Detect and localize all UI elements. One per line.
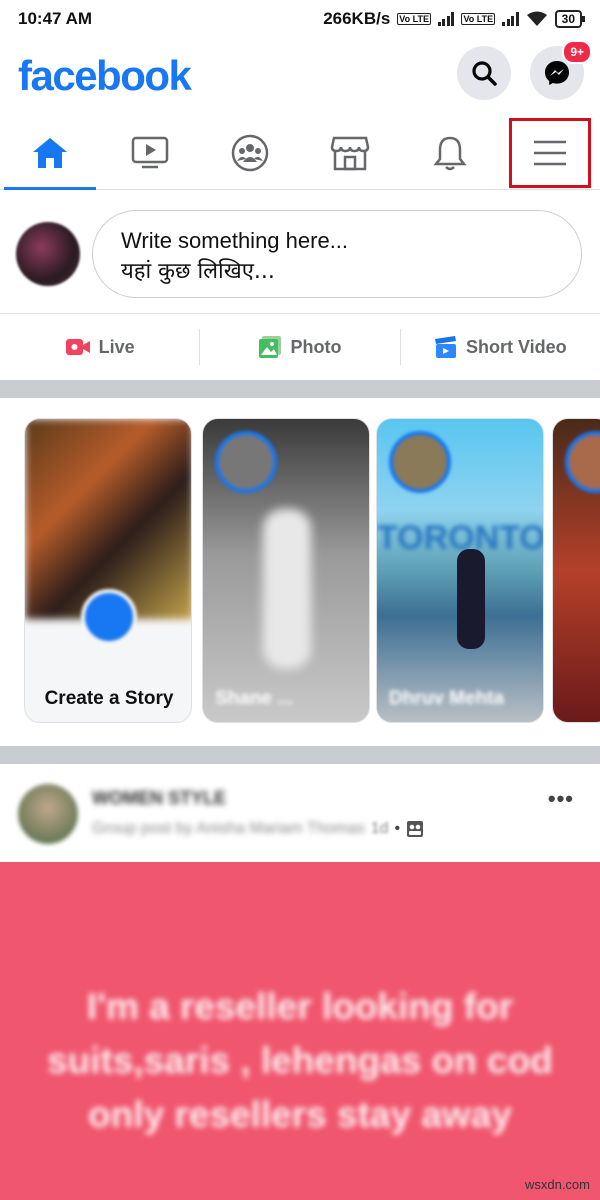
stories-tray: Create a Story Shane ... TORONTO Dhruv M… [0,398,600,746]
short-video-button[interactable]: Short Video [399,329,600,365]
post-meta: Group post by Anisha Mariam Thomas 1d • [92,820,424,838]
menu-highlight-box [509,118,591,188]
photo-label: Photo [290,336,342,357]
tab-groups[interactable] [200,116,300,189]
live-label: Live [98,336,135,357]
signal-icon-2 [502,12,519,26]
search-icon [472,61,497,86]
live-button[interactable]: Live [0,329,199,365]
status-bar: 10:47 AM 266KB/s Vo LTE Vo LTE 30 [0,0,600,38]
notification-badge: 9+ [562,40,592,64]
story-figure [263,509,311,669]
signal-icon [437,12,455,26]
composer-placeholder-en: Write something here... [121,228,349,253]
composer-input[interactable]: Write something here... यहां कुछ लिखिए..… [92,210,582,298]
group-privacy-icon [407,821,424,837]
messenger-button[interactable]: 9+ [530,40,592,100]
post-header: WOMEN STYLE Group post by Anisha Mariam … [0,764,600,862]
home-icon [33,137,67,168]
status-icons: 266KB/s Vo LTE Vo LTE 30 [323,9,586,29]
watermark: wsxdn.com [524,1177,590,1192]
group-avatar[interactable] [18,784,78,844]
tab-watch[interactable] [100,116,200,189]
status-time: 10:47 AM [18,9,93,28]
photo-icon [259,336,282,358]
live-video-icon [65,339,90,355]
tab-notifications[interactable] [400,116,500,189]
net-speed: 266KB/s [323,9,391,28]
more-options-icon[interactable]: ••• [548,786,574,812]
user-avatar[interactable] [16,222,80,286]
wifi-icon [526,11,547,26]
volte-icon: Vo LTE [397,13,431,25]
post-author[interactable]: WOMEN STYLE [92,788,226,809]
store-icon [330,136,370,170]
create-story-card[interactable]: Create a Story [24,418,192,723]
add-story-icon[interactable] [81,589,137,645]
search-button[interactable] [457,46,511,100]
story-avatar [565,431,600,493]
battery-icon: 30 [554,10,586,28]
story-author: Dhruv Mehta [389,688,505,709]
groups-icon [231,134,269,171]
bell-icon [433,136,467,170]
tab-marketplace[interactable] [300,116,400,189]
clapperboard-icon [434,336,456,358]
section-divider-2 [0,746,600,764]
volte-icon-2: Vo LTE [461,13,496,25]
dot-separator: • [394,820,401,837]
tab-home[interactable] [0,116,100,190]
post-text: I'm a reseller looking for suits,saris ,… [47,986,553,1135]
story-card-partial[interactable] [552,418,600,723]
facebook-logo[interactable]: facebook [18,52,192,100]
video-icon [131,136,169,168]
messenger-icon [545,61,569,85]
story-avatar [389,431,451,493]
story-avatar [215,431,277,493]
post-content[interactable]: I'm a reseller looking for suits,saris ,… [0,862,600,1200]
composer-placeholder-hi: यहां कुछ लिखिए... [121,259,275,284]
story-card[interactable]: TORONTO Dhruv Mehta [376,418,544,723]
post-composer: Write something here... यहां कुछ लिखिए..… [0,192,600,314]
create-story-label: Create a Story [44,688,174,709]
short-video-label: Short Video [465,336,567,357]
app-header: facebook 9+ [0,40,600,108]
story-author: Shane ... [215,688,294,709]
composer-actions: Live Photo Short Video [0,316,600,378]
story-figure [457,549,485,649]
post-time: 1d [370,820,389,837]
story-card[interactable]: Shane ... [202,418,370,723]
photo-button[interactable]: Photo [199,329,399,365]
post-meta-text[interactable]: Group post by Anisha Mariam Thomas [92,820,365,838]
section-divider [0,380,600,398]
